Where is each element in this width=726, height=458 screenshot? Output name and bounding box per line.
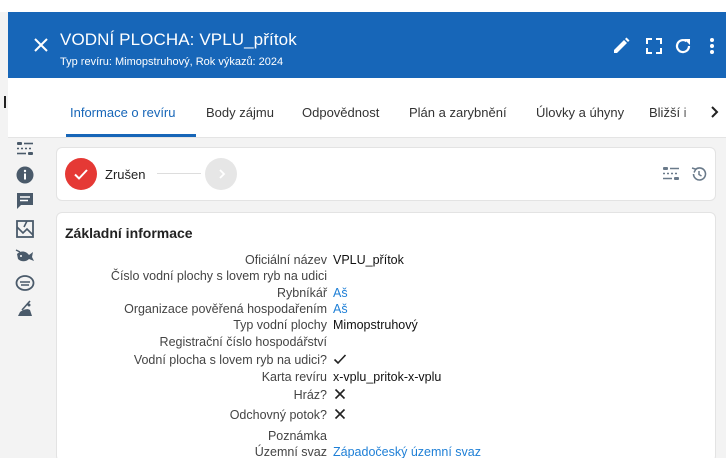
field-label: Registrační číslo hospodářství — [159, 335, 327, 349]
chevron-right-icon[interactable] — [708, 105, 722, 119]
info-row-odchovny-potok: Odchovný potok? — [57, 408, 717, 424]
field-label: Typ vodní plochy — [233, 318, 327, 332]
history-icon[interactable] — [689, 164, 709, 184]
organizace-link[interactable]: Aš — [333, 302, 348, 316]
field-label: Organizace pověřená hospodařením — [124, 302, 327, 316]
info-row-karta-reviru: Karta revíru x-vplu_pritok-x-vplu — [57, 370, 717, 386]
field-label: Rybníkář — [276, 286, 327, 300]
dam-icon[interactable] — [14, 272, 36, 294]
notes-icon[interactable] — [14, 190, 36, 212]
rybnikar-link[interactable]: Aš — [333, 286, 348, 300]
top-strip — [0, 0, 726, 12]
side-toolbar — [8, 138, 46, 458]
info-row-poznamka: Poznámka — [57, 429, 717, 445]
status-step-label: Zrušen — [105, 167, 146, 182]
check-icon — [74, 169, 88, 180]
info-row-hraz: Hráz? — [57, 388, 717, 404]
step-connector — [157, 173, 201, 174]
info-row-rybnikar: Rybníkář Aš — [57, 286, 717, 302]
chevron-right-icon — [219, 169, 226, 179]
field-label: Číslo vodní plochy s lovem ryb na udici — [110, 269, 327, 283]
tab-fade — [680, 98, 706, 128]
info-row-oficialni-nazev: Oficiální název VPLU_přítok — [57, 253, 717, 269]
tab-bar: Informace o revíru Body zájmu Odpovědnos… — [8, 78, 726, 138]
uzemni-svaz-link[interactable]: Západočeský územní svaz — [333, 445, 481, 458]
fullscreen-icon[interactable] — [644, 36, 664, 56]
left-edge — [0, 78, 8, 458]
info-row-cislo-vodni-plochy: Číslo vodní plochy s lovem ryb na udici — [57, 269, 717, 285]
check-icon — [333, 354, 347, 365]
dialog-header: VODNÍ PLOCHA: VPLU_přítok Typ revíru: Mi… — [8, 12, 726, 78]
field-value: x-vplu_pritok-x-vplu — [333, 370, 442, 384]
fish-icon[interactable] — [14, 246, 36, 268]
edge-marker — [4, 96, 6, 108]
tab-odpovednost[interactable]: Odpovědnost — [302, 105, 379, 120]
field-label: Poznámka — [267, 429, 327, 443]
info-row-lov-na-udici: Vodní plocha s lovem ryb na udici? — [57, 353, 717, 369]
tab-body-zajmu[interactable]: Body zájmu — [206, 105, 274, 120]
field-value: Mimopstruhový — [333, 318, 418, 332]
more-vert-icon[interactable] — [702, 36, 722, 56]
field-value: VPLU_přítok — [333, 253, 404, 267]
cross-icon — [334, 408, 346, 420]
info-row-registracni-cislo: Registrační číslo hospodářství — [57, 335, 717, 351]
page-title: VODNÍ PLOCHA: VPLU_přítok — [60, 30, 297, 49]
basic-info-card: Základní informace Oficiální název VPLU_… — [56, 212, 716, 458]
page-subtitle: Typ revíru: Mimopstruhový, Rok výkazů: 2… — [60, 56, 284, 68]
edit-icon[interactable] — [611, 36, 631, 56]
tab-ulovky-a-uhyny[interactable]: Úlovky a úhyny — [536, 105, 624, 120]
field-label: Hráz? — [293, 388, 327, 402]
close-icon[interactable] — [32, 36, 50, 54]
workflow-icon[interactable] — [14, 138, 36, 160]
active-tab-indicator — [66, 134, 196, 137]
field-label: Územní svaz — [254, 445, 327, 458]
map-icon[interactable] — [14, 218, 36, 240]
next-step-button[interactable] — [205, 158, 237, 190]
info-row-typ-vodni-plochy: Typ vodní plochy Mimopstruhový — [57, 318, 717, 334]
info-icon[interactable] — [14, 164, 36, 186]
workflow-icon[interactable] — [661, 164, 681, 184]
status-stepper: Zrušen — [56, 147, 716, 201]
info-row-organizace: Organizace pověřená hospodařením Aš — [57, 302, 717, 318]
card-title: Základní informace — [65, 225, 193, 241]
field-label: Vodní plocha s lovem ryb na udici? — [133, 353, 327, 367]
field-label: Karta revíru — [261, 370, 327, 384]
refresh-icon[interactable] — [673, 36, 693, 56]
field-label: Odchovný potok? — [229, 408, 327, 422]
status-step-done — [65, 158, 97, 190]
field-label: Oficiální název — [245, 253, 327, 267]
info-row-uzemni-svaz: Územní svaz Západočeský územní svaz — [57, 445, 717, 458]
fishing-icon[interactable] — [14, 298, 36, 320]
tab-informace-o-reviru[interactable]: Informace o revíru — [70, 105, 176, 120]
cross-icon — [334, 388, 346, 400]
tab-plan-a-zarybneni[interactable]: Plán a zarybnění — [409, 105, 507, 120]
